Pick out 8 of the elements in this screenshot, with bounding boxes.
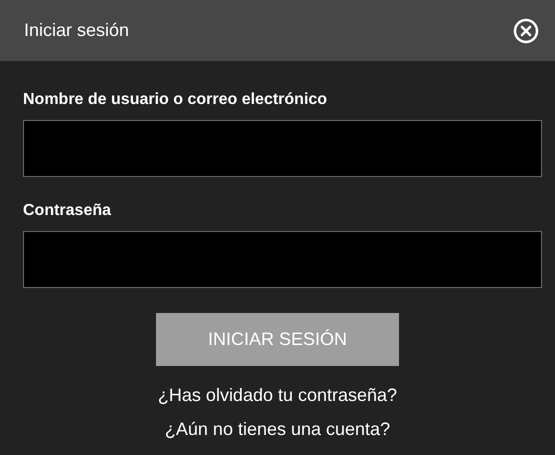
close-icon[interactable] — [513, 18, 539, 44]
field-label: Nombre de usuario o correo electrónico — [23, 90, 328, 110]
text-link[interactable]: ¿Aún no tienes una cuenta? — [164, 418, 390, 440]
text-link[interactable]: ¿Has olvidado tu contraseña? — [158, 384, 398, 406]
field-label: Contraseña — [23, 201, 112, 221]
dialog-title: Iniciar sesión — [24, 19, 130, 42]
input-field[interactable] — [23, 120, 542, 177]
input-field[interactable] — [23, 231, 542, 288]
